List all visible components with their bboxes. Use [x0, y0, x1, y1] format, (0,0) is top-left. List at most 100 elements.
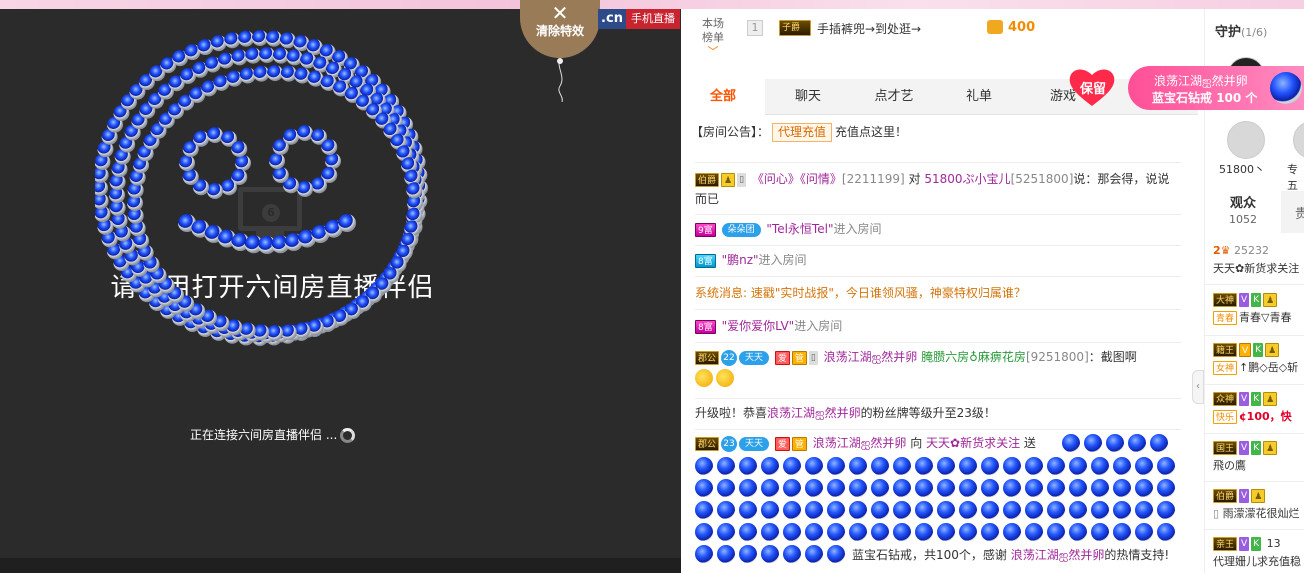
- sapphire-ring-icon: [1003, 501, 1021, 519]
- tab-chat[interactable]: 聊天: [765, 79, 851, 115]
- sapphire-ring-icon: [915, 479, 933, 497]
- gift-sender[interactable]: 浪荡江湖ஐ然并卵: [813, 436, 907, 450]
- gem-effect: [393, 249, 410, 266]
- gem-effect: [311, 177, 327, 194]
- gem-effect: [160, 302, 177, 319]
- gem-effect: [207, 183, 223, 199]
- rank-tab-line2: 榜单: [702, 31, 724, 44]
- gem-effect: [280, 324, 297, 341]
- gem-effect: [332, 80, 349, 97]
- tab-talent[interactable]: 点才艺: [851, 79, 937, 115]
- sapphire-ring-icon: [1157, 501, 1175, 519]
- audience-name[interactable]: 天天✿新货求关注: [1213, 261, 1304, 277]
- rank-user-name[interactable]: 手插裤兜→到处逛→: [817, 20, 921, 37]
- gem-effect: [355, 94, 372, 111]
- message-user[interactable]: "爱你爱你LV": [722, 319, 795, 333]
- gem-effect: [231, 169, 248, 185]
- tab-vip[interactable]: 贵: [1295, 203, 1304, 222]
- gem-effect: [224, 32, 241, 49]
- guard-name[interactable]: 专五: [1287, 161, 1304, 193]
- guard-avatar[interactable]: [1227, 121, 1265, 159]
- agent-recharge-button[interactable]: 代理充值: [772, 123, 833, 142]
- gem-effect: [97, 218, 114, 235]
- tab-gift-list[interactable]: 礼单: [937, 79, 1021, 115]
- divider: [695, 245, 1181, 246]
- levelup-user[interactable]: 浪荡江湖ஐ然并卵: [767, 406, 861, 420]
- guard-name[interactable]: 51800丶: [1219, 161, 1265, 177]
- video-player[interactable]: 6 请使用打开六间房直播伴侣 正在连接六间房直播伴侣 ...: [0, 9, 681, 573]
- gift-thanks-user[interactable]: 浪荡江湖ஐ然并卵: [1011, 548, 1105, 562]
- audience-row[interactable]: 国王 V K ♟: [1213, 440, 1304, 456]
- sapphire-ring-icon: [893, 457, 911, 475]
- sapphire-ring-icon: [1025, 479, 1043, 497]
- rank-tab[interactable]: 本场 榜单 ﹀: [695, 17, 731, 59]
- tab-all[interactable]: 全部: [681, 79, 765, 115]
- audience-row[interactable]: 大神 V K ♟: [1213, 292, 1304, 308]
- gem-effect: [127, 207, 144, 224]
- gem-effect: [191, 219, 210, 238]
- message-user[interactable]: 浪荡江湖ஐ然并卵: [824, 350, 918, 364]
- audience-row[interactable]: ▯ 雨濛濛花很灿烂: [1213, 506, 1304, 522]
- sapphire-ring-icon: [1062, 434, 1080, 452]
- gem-effect: [344, 303, 361, 320]
- gem-effect: [294, 67, 311, 84]
- message-target[interactable]: 51800ぷ小宝儿: [924, 172, 1010, 186]
- message-target[interactable]: 腌臜六房♁麻痹花房: [921, 350, 1026, 364]
- gem-effect: [149, 65, 166, 82]
- gift-banner-detail: 蓝宝石钻戒 100 个: [1152, 89, 1257, 106]
- live-room: 6 请使用打开六间房直播伴侣 正在连接六间房直播伴侣 ... ✕ 清除特效 .c…: [0, 0, 1304, 573]
- message-user[interactable]: "鹏nz": [722, 253, 759, 267]
- gem-effect: [189, 303, 206, 320]
- guard-avatar[interactable]: [1293, 121, 1304, 159]
- divider: [695, 162, 1181, 163]
- vip-icon: ♟: [1251, 489, 1266, 503]
- vip-icon: ♟: [1263, 392, 1278, 406]
- message-user[interactable]: 《问心》《问情》: [752, 172, 842, 186]
- collapse-panel-button[interactable]: ‹: [1192, 370, 1204, 404]
- noble-badge: 大神: [1213, 293, 1238, 307]
- levelup-prefix: 升级啦！恭喜: [695, 406, 768, 420]
- mobile-live-button[interactable]: 手机直播: [626, 9, 680, 29]
- wealth-badge: 8富: [695, 253, 716, 268]
- audience-row[interactable]: 2♛ 25232: [1213, 243, 1304, 259]
- gem-effect: [239, 322, 256, 339]
- sapphire-ring-icon: [849, 457, 867, 475]
- message-target-id: [9251800]: [1025, 350, 1089, 364]
- audience-number: 13: [1266, 537, 1281, 550]
- audience-row[interactable]: 快乐 ¢100，快: [1213, 409, 1304, 425]
- gem-effect: [402, 231, 419, 248]
- gem-effect: [106, 243, 123, 260]
- audience-row[interactable]: 籍王 V K ♟: [1213, 342, 1304, 358]
- sapphire-ring-icon: [827, 523, 845, 541]
- message-user[interactable]: "Tel永恒Tel": [766, 222, 833, 236]
- message-text: 进入房间: [833, 222, 882, 236]
- sapphire-ring-icon: [783, 479, 801, 497]
- sapphire-ring-icon: [761, 501, 779, 519]
- gift-target[interactable]: 天天✿新货求关注: [926, 436, 1020, 450]
- noble-badge: 籍王: [1213, 343, 1238, 357]
- protect-label[interactable]: 保留: [1076, 78, 1110, 97]
- audience-name[interactable]: 代理姗儿求充值稳: [1213, 554, 1304, 570]
- gem-effect: [332, 50, 348, 67]
- sapphire-ring-icon: [805, 545, 823, 563]
- gem-effect: [338, 214, 356, 232]
- chat-message: 伯爵 ♟ ▯ 《问心》《问情》[2211199] 对 51800ぷ小宝儿[52518…: [695, 169, 1181, 209]
- audience-row[interactable]: 女神 ↑鹏◇岳◇斩: [1213, 360, 1304, 376]
- audience-row[interactable]: 伯爵 V ♟: [1213, 488, 1304, 504]
- gem-effect: [137, 145, 154, 162]
- audience-row[interactable]: 亲王 V K 13: [1213, 536, 1304, 552]
- sapphire-ring-icon: [695, 479, 713, 497]
- tab-audience[interactable]: 观众 1052: [1205, 191, 1281, 233]
- sapphire-ring-icon: [739, 523, 757, 541]
- gem-effect: [406, 207, 423, 224]
- gift-banner-user[interactable]: 浪荡江湖ஐ然并卵: [1154, 72, 1248, 90]
- audience-name[interactable]: 飛の鷹: [1213, 458, 1304, 474]
- gem-effect: [119, 237, 136, 254]
- audience-row[interactable]: 众神 V K ♟: [1213, 391, 1304, 407]
- gem-effect: [320, 74, 337, 91]
- gem-effect: [182, 169, 199, 185]
- audience-row[interactable]: 青春 青春▽青春: [1213, 310, 1304, 326]
- sapphire-ring-icon: [827, 479, 845, 497]
- guard-title: 守护(1/6): [1215, 21, 1267, 40]
- gem-effect: [252, 330, 268, 346]
